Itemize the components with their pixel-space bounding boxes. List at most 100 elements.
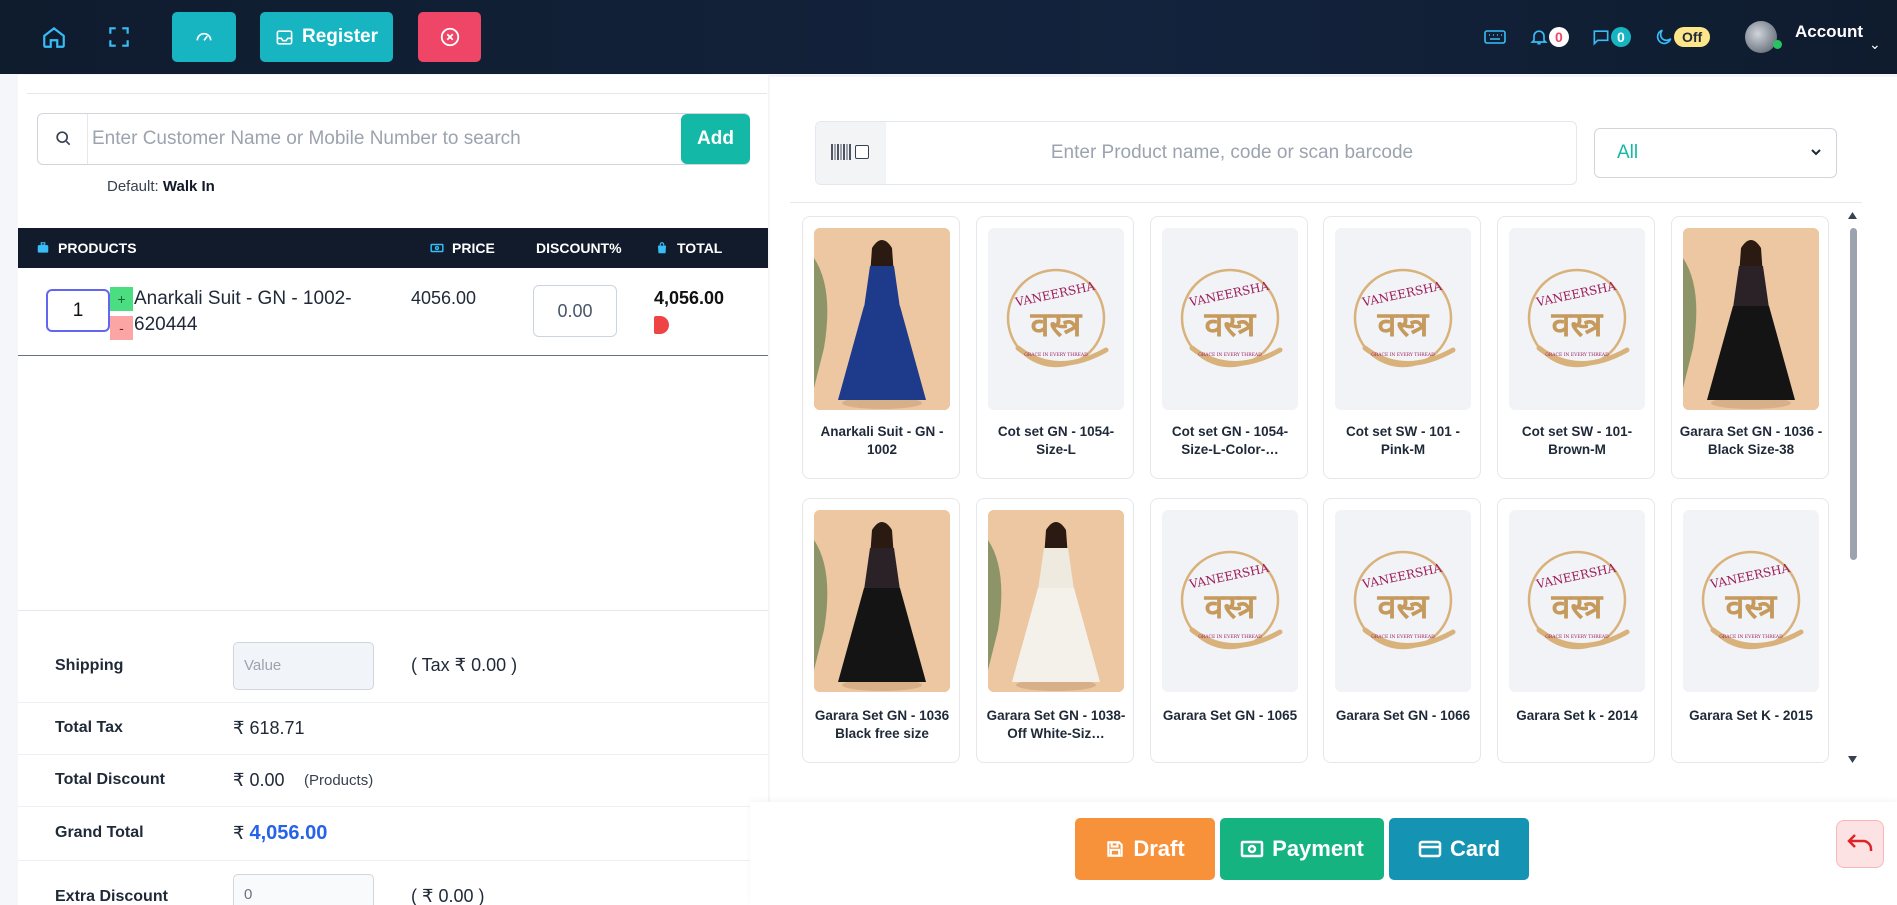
product-card-name: Cot set SW - 101 - Pink-M — [1345, 424, 1461, 457]
product-image: VANEERSHA वस्त्र GRACE IN EVERY THREAD — [1683, 510, 1819, 692]
grand-total: ₹ 4,056.00 — [233, 822, 327, 845]
fullscreen-icon[interactable] — [106, 24, 132, 50]
product-card[interactable]: VANEERSHA वस्त्र GRACE IN EVERY THREAD Gara… — [1671, 498, 1829, 763]
product-card[interactable]: VANEERSHA वस्त्र GRACE IN EVERY THREAD Gara… — [1497, 498, 1655, 763]
mode-toggle[interactable]: Off — [1654, 25, 1711, 49]
brand-logo-tagline: GRACE IN EVERY THREAD — [1719, 634, 1783, 640]
product-card[interactable]: Garara Set GN - 1038-Off White-Siz… — [976, 498, 1134, 763]
inbox-icon — [276, 29, 293, 45]
total-tax-value: ₹ 618.71 — [233, 718, 305, 738]
home-icon[interactable] — [41, 24, 67, 50]
increment-button[interactable]: + — [110, 287, 133, 311]
brand-logo-tagline: GRACE IN EVERY THREAD — [1371, 352, 1435, 358]
brand-logo-script: वस्त्र — [1030, 305, 1083, 345]
product-card[interactable]: VANEERSHA वस्त्र GRACE IN EVERY THREAD Gara… — [1323, 498, 1481, 763]
product-card[interactable]: VANEERSHA वस्त्र GRACE IN EVERY THREAD Gara… — [1150, 498, 1308, 763]
product-card-name: Garara Set GN - 1036 Black free size — [814, 708, 950, 741]
grand-total-value: 4,056.00 — [249, 822, 328, 844]
messages-button[interactable]: 0 — [1591, 25, 1631, 49]
product-card[interactable]: VANEERSHA वस्त्र GRACE IN EVERY THREAD Cot … — [1323, 216, 1481, 479]
product-card-name: Anarkali Suit - GN - 1002 — [820, 424, 944, 457]
calculator-button[interactable] — [1483, 25, 1507, 49]
customer-search-input[interactable] — [92, 116, 677, 162]
moon-icon — [1656, 29, 1672, 45]
product-card[interactable]: VANEERSHA वस्त्र GRACE IN EVERY THREAD Cot … — [976, 216, 1134, 479]
product-card-name: Cot set GN - 1054-Size-L — [997, 424, 1115, 457]
discount-input[interactable]: 0.00 — [533, 285, 617, 337]
divider — [18, 754, 768, 755]
brand-logo-script: वस्त्र — [1551, 305, 1604, 345]
brand-logo-script: वस्त्र — [1551, 587, 1604, 627]
notifications-button[interactable]: 0 — [1529, 25, 1569, 49]
brand-logo-script: वस्त्र — [1204, 587, 1257, 627]
product-image: VANEERSHA वस्त्र GRACE IN EVERY THREAD — [1335, 510, 1471, 692]
scrollbar-thumb[interactable] — [1850, 228, 1857, 560]
product-card[interactable]: Anarkali Suit - GN - 1002 — [802, 216, 960, 479]
product-card-name: Cot set SW - 101-Brown-M — [1521, 424, 1633, 457]
credit-card-icon — [1418, 840, 1442, 858]
keyboard-icon — [1484, 30, 1506, 44]
register-label: Register — [301, 26, 379, 47]
brand-logo-tagline: GRACE IN EVERY THREAD — [1545, 634, 1609, 640]
shipping-input[interactable]: Value — [233, 642, 374, 690]
product-card[interactable]: Garara Set GN - 1036 Black free size — [802, 498, 960, 763]
total-discount-note: (Products) — [304, 772, 374, 789]
quantity-input[interactable]: 1 — [46, 289, 110, 332]
product-image: VANEERSHA वस्त्र GRACE IN EVERY THREAD — [1335, 228, 1471, 410]
add-customer-button[interactable]: Add — [681, 114, 750, 164]
cart-table-header: PRODUCTS PRICE DISCOUNT% TOTAL — [18, 228, 768, 268]
shipping-label: Shipping — [55, 657, 124, 674]
total-discount-label: Total Discount — [55, 771, 165, 788]
product-image: VANEERSHA वस्त्र GRACE IN EVERY THREAD — [1162, 228, 1298, 410]
product-card-name: Garara Set GN - 1065 — [1162, 708, 1298, 723]
total-header-label: TOTAL — [677, 240, 723, 256]
card-button[interactable]: Card — [1389, 818, 1529, 880]
extra-discount-label: Extra Discount — [55, 888, 168, 905]
divider — [18, 355, 768, 356]
decrement-button[interactable]: - — [110, 316, 133, 340]
product-image: VANEERSHA वस्त्र GRACE IN EVERY THREAD — [1509, 228, 1645, 410]
discount-header: DISCOUNT% — [536, 240, 622, 256]
brand-logo-script: वस्त्र — [1204, 305, 1257, 345]
product-card-name: Garara Set k - 2014 — [1516, 708, 1638, 723]
products-header-label: PRODUCTS — [58, 240, 137, 256]
account-menu[interactable]: Account — [1795, 22, 1863, 42]
online-status-dot — [1773, 40, 1782, 49]
save-icon — [1107, 841, 1124, 857]
dashboard-button[interactable] — [172, 12, 236, 62]
account-label: Account — [1795, 22, 1863, 41]
close-register-button[interactable] — [418, 12, 481, 62]
brand-logo-tagline: GRACE IN EVERY THREAD — [1198, 634, 1262, 640]
messages-badge: 0 — [1611, 27, 1631, 47]
brand-logo-script: वस्त्र — [1377, 587, 1430, 627]
divider — [18, 860, 768, 861]
product-card-name: Garara Set K - 2015 — [1689, 708, 1813, 723]
product-card[interactable]: Garara Set GN - 1036 - Black Size-38 — [1671, 216, 1829, 479]
register-button[interactable]: Register — [260, 12, 393, 62]
product-card[interactable]: VANEERSHA वस्त्र GRACE IN EVERY THREAD Cot … — [1150, 216, 1308, 479]
grand-total-label: Grand Total — [55, 824, 144, 841]
row-total: 4,056.00 — [654, 288, 725, 308]
speedometer-icon — [196, 32, 212, 41]
barcode-icon — [831, 144, 851, 160]
chevron-down-icon[interactable]: ⌄ — [1869, 36, 1881, 53]
undo-button[interactable] — [1836, 820, 1884, 868]
shipping-tax: ( Tax ₹ 0.00 ) — [411, 655, 518, 675]
product-card[interactable]: VANEERSHA वस्त्र GRACE IN EVERY THREAD Cot … — [1497, 216, 1655, 479]
undo-icon — [1847, 834, 1873, 851]
extra-discount-input[interactable]: 0 — [233, 874, 374, 905]
price-header-label: PRICE — [452, 240, 495, 256]
barcode-mode-checkbox[interactable] — [855, 145, 869, 159]
brand-logo-tagline: GRACE IN EVERY THREAD — [1198, 352, 1262, 358]
draft-button[interactable]: Draft — [1075, 818, 1215, 880]
avatar[interactable] — [1745, 21, 1777, 53]
price-header: PRICE — [430, 240, 495, 256]
product-image: VANEERSHA वस्त्र GRACE IN EVERY THREAD — [988, 228, 1124, 410]
divider — [18, 610, 768, 611]
payment-button[interactable]: Payment — [1220, 818, 1384, 880]
category-select[interactable]: All — [1594, 128, 1837, 178]
divider — [18, 806, 768, 807]
total-discount-value: ₹ 0.00 — [233, 770, 285, 790]
product-search-input[interactable] — [890, 124, 1574, 182]
products-header: PRODUCTS — [36, 240, 137, 256]
